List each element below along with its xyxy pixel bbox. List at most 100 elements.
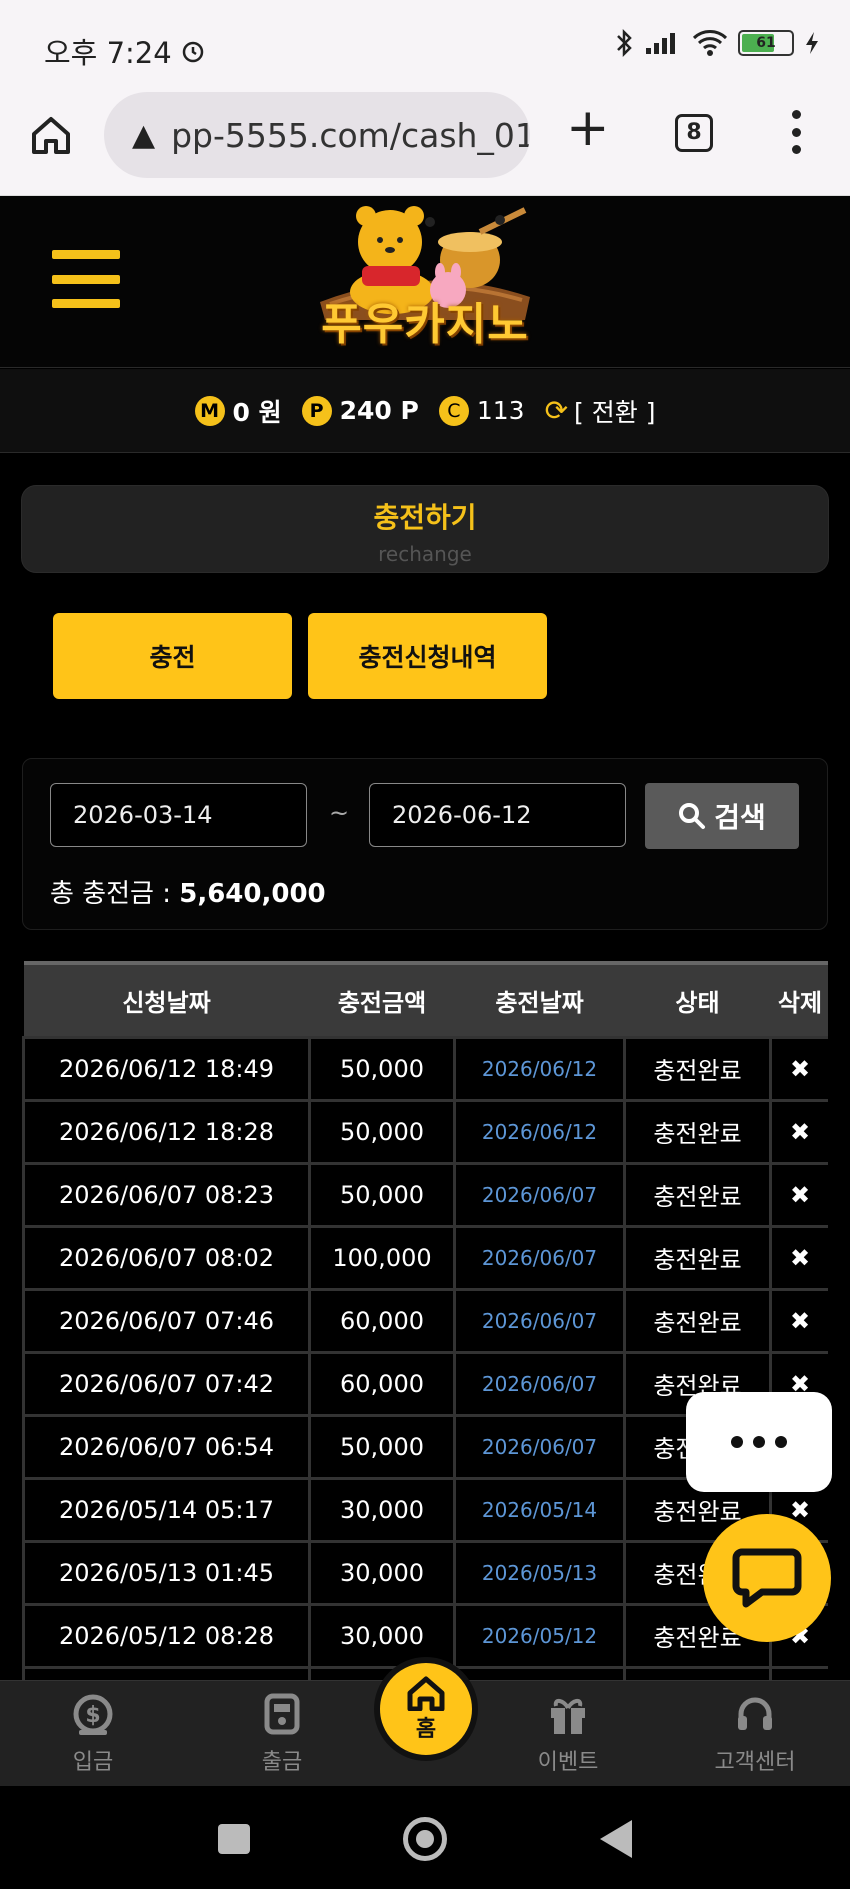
cell-charge-date: 2026/06/07 <box>453 1161 626 1228</box>
more-options-button[interactable] <box>686 1392 832 1492</box>
convert-button[interactable]: ⟳ [ 전환 ] <box>545 393 656 429</box>
tab-charge[interactable]: 충전 <box>53 613 292 699</box>
system-nav-bar <box>0 1786 850 1889</box>
total-label: 총 충전금 : <box>50 879 180 909</box>
date-separator: ~ <box>329 799 350 827</box>
address-bar[interactable]: ▲ pp-5555.com/cash_01 <box>104 92 530 178</box>
cell-charge-date: 2026/05/14 <box>453 1476 626 1543</box>
bluetooth-icon <box>617 28 632 58</box>
page-subtitle: rechange <box>378 542 472 566</box>
table-row: 2026/06/12 18:28 50,000 2026/06/12 충전완료 ✖ <box>22 1098 828 1165</box>
cell-status: 충전완료 <box>623 1035 772 1102</box>
nav-event[interactable]: 이벤트 <box>493 1681 643 1787</box>
site-logo[interactable]: 푸우카지노 <box>300 202 550 362</box>
tab-charge-history[interactable]: 충전신청내역 <box>308 613 547 699</box>
signal-icon <box>646 33 675 54</box>
cell-charge-date: 2026/06/07 <box>453 1413 626 1480</box>
table-row: 2026/06/12 18:49 50,000 2026/06/12 충전완료 ✖ <box>22 1035 828 1102</box>
convert-label: [ 전환 ] <box>574 397 656 427</box>
search-button[interactable]: 검색 <box>645 783 799 849</box>
cell-delete[interactable]: ✖ <box>769 1287 828 1354</box>
home-icon <box>32 117 70 154</box>
money-coin-icon: M <box>194 395 225 426</box>
table-header-row: 신청날짜 충전금액 충전날짜 상태 삭제 <box>23 961 828 1037</box>
page-title: 충전하기 <box>373 501 477 534</box>
warning-icon: ▲ <box>132 117 156 153</box>
point-value: 240 P <box>339 396 419 425</box>
coin-value: 113 <box>476 396 525 425</box>
total-charge: 총 충전금 : 5,640,000 <box>50 873 326 910</box>
cell-charge-date: 2026/06/12 <box>453 1035 626 1102</box>
battery-icon: 61 <box>738 30 794 56</box>
cell-status <box>623 1665 772 1680</box>
status-bar: 오후 7:24 61 <box>0 0 850 92</box>
search-button-label: 검색 <box>714 801 766 834</box>
cell-delete[interactable]: ✖ <box>769 1035 828 1102</box>
nav-deposit[interactable]: $ 입금 <box>18 1681 168 1787</box>
nav-home-label: 홈 <box>415 1717 437 1742</box>
cell-charge-date: 2026/05/12 <box>453 1602 626 1669</box>
date-to-input[interactable]: 2026-06-12 <box>369 783 626 847</box>
status-time: 오후 7:24 <box>44 30 206 72</box>
search-panel: 2026-03-14 ~ 2026-06-12 검색 총 충전금 : 5,640… <box>22 758 828 930</box>
cell-request-date: 2026/06/07 08:23 <box>22 1161 311 1228</box>
atm-icon <box>264 1693 300 1735</box>
cell-charge-date: 2026/06/12 <box>453 1098 626 1165</box>
cell-status: 충전완료 <box>623 1224 772 1291</box>
nav-event-label: 이벤트 <box>537 1750 599 1775</box>
cell-charge-date: 2026/05/13 <box>453 1539 626 1606</box>
bottom-nav: $ 입금 출금 홈 이벤트 고객센터 <box>0 1657 850 1787</box>
cell-request-date: 2026/05/13 01:45 <box>22 1539 311 1606</box>
cell-amount: 100,000 <box>308 1224 456 1291</box>
nav-support[interactable]: 고객센터 <box>680 1681 830 1787</box>
cell-request-date: 2026/06/07 06:54 <box>22 1413 311 1480</box>
url-text: pp-5555.com/cash_01 <box>171 115 530 155</box>
cell-request-date: 2026/06/07 08:02 <box>22 1224 311 1291</box>
cell-delete[interactable]: ✖ <box>769 1161 828 1228</box>
system-home-button[interactable] <box>403 1817 447 1861</box>
nav-deposit-label: 입금 <box>72 1750 114 1775</box>
header-request-date: 신청날짜 <box>23 961 310 1037</box>
browser-menu-button[interactable] <box>790 110 802 154</box>
cell-status: 충전완료 <box>623 1161 772 1228</box>
tab-switcher-button[interactable]: 8 <box>675 114 713 152</box>
c-coin-icon: C <box>438 395 469 426</box>
cell-delete[interactable] <box>769 1665 828 1680</box>
cell-charge-date: 2026/06/07 <box>453 1350 626 1417</box>
cell-amount: 60,000 <box>308 1287 456 1354</box>
battery-level: 61 <box>756 35 776 51</box>
nav-home[interactable]: 홈 <box>374 1657 478 1761</box>
money-value: 0 원 <box>232 397 282 427</box>
cell-amount: 50,000 <box>308 1098 456 1165</box>
coin-balance: C 113 <box>438 395 525 426</box>
table-row: 2026/06/07 07:46 60,000 2026/06/07 충전완료 ✖ <box>22 1287 828 1354</box>
time-text: 오후 7:24 <box>44 36 172 70</box>
new-tab-button[interactable]: + <box>566 102 610 154</box>
cell-delete[interactable]: ✖ <box>769 1224 828 1291</box>
system-back-button[interactable] <box>600 1820 632 1858</box>
table-row: 2026/06/07 08:02 100,000 2026/06/07 충전완료 ✖ <box>22 1224 828 1291</box>
headset-icon <box>738 1697 772 1730</box>
cell-request-date: 2026/05/14 05:17 <box>22 1476 311 1543</box>
cell-request-date: 2026/06/12 18:28 <box>22 1098 311 1165</box>
cell-request-date <box>22 1665 311 1680</box>
cell-status: 충전완료 <box>623 1287 772 1354</box>
live-chat-button[interactable] <box>703 1514 831 1642</box>
logo-text: 푸우카지노 <box>321 299 529 350</box>
recent-apps-button[interactable] <box>218 1824 250 1854</box>
nav-withdraw[interactable]: 출금 <box>207 1681 357 1787</box>
status-icons: 61 <box>614 28 820 58</box>
site-header: 푸우카지노 <box>0 196 850 368</box>
charging-icon <box>806 32 818 54</box>
hamburger-menu-icon[interactable] <box>52 250 120 308</box>
gift-icon <box>551 1699 585 1734</box>
cell-amount: 50,000 <box>308 1035 456 1102</box>
nav-withdraw-label: 출금 <box>261 1750 303 1775</box>
point-balance: P 240 P <box>301 395 419 426</box>
cell-delete[interactable]: ✖ <box>769 1098 828 1165</box>
browser-toolbar: ▲ pp-5555.com/cash_01 + 8 <box>0 92 850 196</box>
header-amount: 충전금액 <box>309 961 455 1037</box>
refresh-icon: ⟳ <box>544 394 569 427</box>
date-from-input[interactable]: 2026-03-14 <box>50 783 307 847</box>
browser-home-button[interactable] <box>28 112 74 158</box>
